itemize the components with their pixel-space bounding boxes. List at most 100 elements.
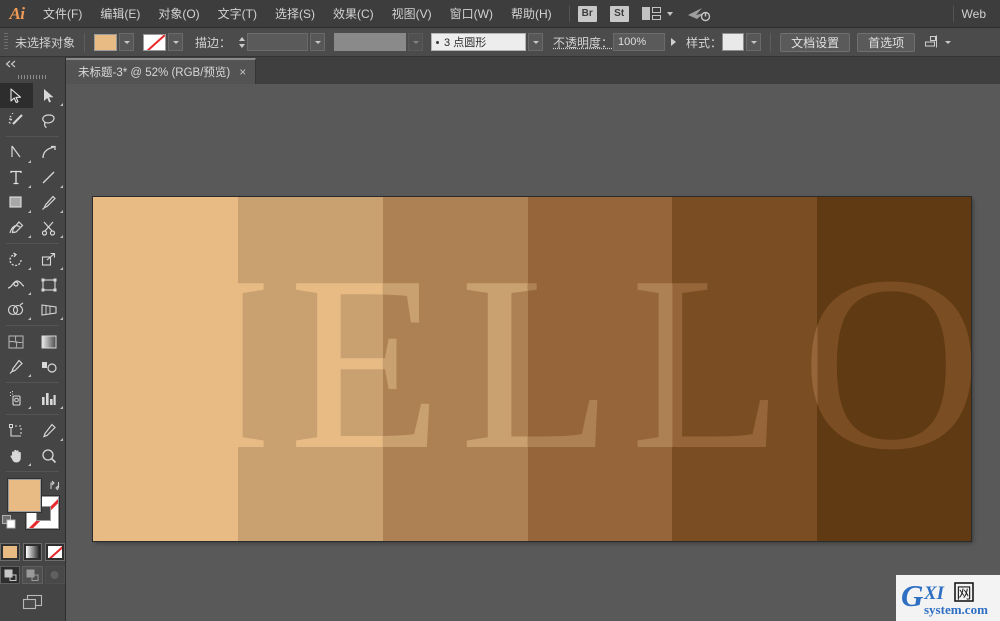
menu-object[interactable]: 对象(O)	[149, 0, 208, 28]
align-chevron-down-icon[interactable]	[945, 40, 952, 44]
stroke-weight-input[interactable]	[247, 33, 309, 51]
graphic-style-swatch[interactable]	[722, 33, 745, 51]
magic-wand-tool[interactable]	[0, 108, 33, 133]
shaper-tool[interactable]	[0, 215, 33, 240]
menu-select[interactable]: 选择(S)	[266, 0, 324, 28]
document-tab[interactable]: 未标题-3* @ 52% (RGB/预览) ×	[66, 58, 257, 84]
zoom-tool[interactable]	[33, 443, 66, 468]
scale-tool[interactable]	[33, 247, 66, 272]
artboard-tool[interactable]	[0, 418, 33, 443]
workspace-switcher[interactable]: Web	[962, 7, 1000, 21]
mesh-tool[interactable]	[0, 329, 33, 354]
draw-inside-icon[interactable]	[44, 566, 65, 584]
shape-builder-tool[interactable]	[0, 297, 33, 322]
eyedropper-tool[interactable]	[0, 354, 33, 379]
arrange-documents-icon[interactable]	[641, 7, 662, 20]
menu-type[interactable]: 文字(T)	[209, 0, 266, 28]
fill-color-indicator[interactable]	[8, 479, 41, 512]
gradient-fill-icon[interactable]	[22, 543, 43, 561]
perspective-grid-tool[interactable]	[33, 297, 66, 322]
tools-panel-grip[interactable]	[0, 71, 65, 83]
selection-tool[interactable]	[0, 83, 33, 108]
menu-bar: Ai 文件(F) 编辑(E) 对象(O) 文字(T) 选择(S) 效果(C) 视…	[0, 0, 1000, 28]
tools-group-artboard	[0, 418, 65, 468]
watermark: G XI 网 system.com	[896, 575, 1000, 621]
type-tool[interactable]	[0, 165, 33, 190]
collapse-panel-button[interactable]	[0, 57, 65, 71]
paintbrush-tool[interactable]	[33, 190, 66, 215]
free-transform-tool[interactable]	[33, 272, 66, 297]
chevron-down-icon[interactable]	[666, 11, 673, 16]
lasso-tool[interactable]	[33, 108, 66, 133]
brush-definition-dropdown[interactable]	[528, 33, 544, 51]
fill-color-swatch[interactable]	[94, 33, 118, 51]
graphic-style-dropdown[interactable]	[746, 33, 762, 51]
stroke-profile-input[interactable]	[334, 33, 407, 51]
menu-window[interactable]: 窗口(W)	[441, 0, 502, 28]
watermark-cjk: 网	[957, 584, 972, 602]
opacity-label: 不透明度：	[553, 35, 614, 50]
hand-tool[interactable]	[0, 443, 33, 468]
gradient-tool[interactable]	[33, 329, 66, 354]
rectangle-tool[interactable]	[0, 190, 33, 215]
tools-divider-1	[6, 136, 59, 137]
brush-definition-field[interactable]: 3 点圆形	[431, 33, 527, 51]
menu-view[interactable]: 视图(V)	[383, 0, 441, 28]
fill-swatch-dropdown[interactable]	[119, 33, 135, 51]
color-band-2	[237, 197, 383, 541]
default-fill-stroke-icon[interactable]	[2, 515, 17, 535]
tools-group-paint	[0, 329, 65, 379]
line-segment-tool[interactable]	[33, 165, 66, 190]
width-tool[interactable]	[0, 272, 33, 297]
pen-tool[interactable]	[0, 140, 33, 165]
color-band-3	[382, 197, 528, 541]
curvature-tool[interactable]	[33, 140, 66, 165]
close-icon[interactable]: ×	[239, 66, 246, 78]
draw-behind-icon[interactable]	[22, 566, 43, 584]
change-screen-mode-icon[interactable]	[0, 593, 65, 611]
preferences-button[interactable]: 首选项	[857, 32, 916, 52]
control-bar-grip[interactable]	[4, 33, 8, 51]
swap-fill-stroke-icon[interactable]	[49, 478, 61, 496]
stroke-weight-dropdown[interactable]	[310, 33, 326, 51]
color-band-6	[817, 197, 971, 541]
blend-tool[interactable]	[33, 354, 66, 379]
menu-file[interactable]: 文件(F)	[34, 0, 91, 28]
rotate-tool[interactable]	[0, 247, 33, 272]
control-divider-1	[84, 32, 86, 52]
direct-selection-tool[interactable]	[33, 83, 66, 108]
slice-tool[interactable]	[33, 418, 66, 443]
scissors-tool[interactable]	[33, 215, 66, 240]
align-objects-icon[interactable]	[925, 35, 952, 49]
opacity-flyout-icon[interactable]	[671, 38, 677, 46]
artboard[interactable]: HELLO HELLO HELLO HELLO HELLO HELLO	[93, 197, 971, 541]
stroke-profile-dropdown[interactable]	[408, 33, 424, 51]
column-graph-tool[interactable]	[33, 386, 66, 411]
menu-help[interactable]: 帮助(H)	[502, 0, 561, 28]
watermark-g: G	[901, 578, 924, 613]
watermark-xi: XI	[923, 583, 945, 604]
stroke-color-swatch[interactable]	[143, 33, 167, 51]
canvas-area[interactable]: HELLO HELLO HELLO HELLO HELLO HELLO	[66, 84, 1000, 621]
adobe-stock-icon[interactable]	[687, 6, 711, 22]
color-band-4	[527, 197, 673, 541]
color-bands	[93, 197, 971, 541]
opacity-input[interactable]: 100%	[613, 33, 666, 51]
style-label: 样式：	[686, 35, 723, 50]
color-fill-icon[interactable]	[0, 543, 20, 561]
stroke-weight-stepper[interactable]	[236, 33, 247, 51]
color-mode-buttons	[0, 543, 66, 561]
color-band-5	[672, 197, 818, 541]
stroke-swatch-dropdown[interactable]	[168, 33, 184, 51]
bridge-icon[interactable]: Br	[577, 5, 597, 22]
none-fill-icon[interactable]	[45, 543, 66, 561]
selection-status: 未选择对象	[15, 35, 76, 50]
symbol-sprayer-tool[interactable]	[0, 386, 33, 411]
color-band-1	[93, 197, 238, 541]
stock-badge-icon[interactable]: St	[609, 5, 629, 22]
draw-normal-icon[interactable]	[0, 566, 21, 584]
menu-effect[interactable]: 效果(C)	[324, 0, 383, 28]
tools-divider-6	[6, 471, 59, 472]
menu-edit[interactable]: 编辑(E)	[91, 0, 149, 28]
document-setup-button[interactable]: 文档设置	[780, 32, 851, 52]
